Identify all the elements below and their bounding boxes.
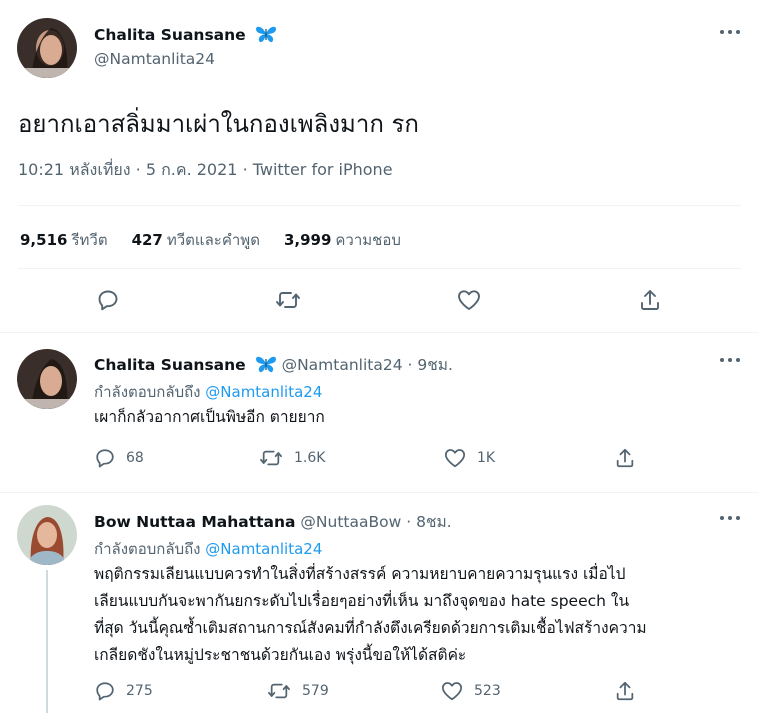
author-name[interactable]: Chalita Suansane xyxy=(94,356,246,374)
tweet-age[interactable]: · 8ชม. xyxy=(406,513,451,531)
retweet-button[interactable]: 579 xyxy=(266,680,329,702)
more-icon[interactable] xyxy=(720,28,740,36)
share-icon xyxy=(616,448,634,468)
divider xyxy=(18,205,741,206)
divider xyxy=(0,492,759,493)
tweet-text-line: เลียนแบบกันจะพากันยกระดับไปเรื่อยๆอย่างท… xyxy=(94,592,630,610)
retweet-count: 579 xyxy=(302,683,329,699)
reply-context: กำลังตอบกลับถึง @Namtanlita24 xyxy=(94,380,322,404)
main-tweet: Chalita Suansane @Namtanlita24 อยากเอาสล… xyxy=(0,0,759,332)
tweet-text: เผาก็กลัวอากาศเป็นพิษอีก ตายยาก xyxy=(94,408,325,426)
reply-count: 275 xyxy=(126,683,153,699)
retweet-icon xyxy=(260,450,282,466)
like-count: 523 xyxy=(474,683,501,699)
meta-separator: · xyxy=(242,160,253,179)
more-icon[interactable] xyxy=(720,356,740,364)
heart-icon xyxy=(441,682,463,701)
retweets-stat[interactable]: 9,516 รีทวีต xyxy=(20,228,108,252)
retweet-icon xyxy=(276,292,300,308)
reply-mention-link[interactable]: @Namtanlita24 xyxy=(205,383,322,401)
retweet-count: 1.6K xyxy=(294,450,326,466)
author-handle[interactable]: @NuttaaBow xyxy=(300,513,401,531)
like-button[interactable]: 1K xyxy=(443,447,495,469)
tweet-text-line: เกลียดชังในหมู่ประชาชนด้วยกันเอง พรุ่งนี… xyxy=(94,646,467,664)
tweet-text: อยากเอาสลิ่มมาเผ่าในกองเพลิงมาก รก xyxy=(18,110,419,138)
retweet-icon xyxy=(268,683,290,699)
divider xyxy=(18,268,741,269)
avatar[interactable] xyxy=(17,505,77,565)
comment-icon xyxy=(96,449,114,468)
reply-mention-link[interactable]: @Namtanlita24 xyxy=(205,540,322,558)
likes-stat[interactable]: 3,999 ความชอบ xyxy=(284,228,401,252)
divider xyxy=(0,332,759,333)
share-icon xyxy=(641,290,659,310)
avatar[interactable] xyxy=(17,349,77,409)
butterfly-icon xyxy=(255,355,277,377)
author-handle[interactable]: @Namtanlita24 xyxy=(94,50,215,68)
comment-icon xyxy=(98,290,118,311)
tweet-date[interactable]: 5 ก.ค. 2021 xyxy=(146,160,238,179)
like-button[interactable] xyxy=(456,288,482,312)
tweet-age[interactable]: · 9ชม. xyxy=(408,356,453,374)
comment-icon xyxy=(96,682,114,701)
reply-button[interactable] xyxy=(96,288,120,312)
butterfly-icon xyxy=(255,25,277,47)
tweet-time[interactable]: 10:21 หลังเที่ยง xyxy=(18,160,131,179)
reply-button[interactable]: 68 xyxy=(94,447,144,469)
share-button[interactable] xyxy=(614,680,636,702)
more-icon[interactable] xyxy=(720,514,740,522)
reply-context: กำลังตอบกลับถึง @Namtanlita24 xyxy=(94,537,322,561)
thread-line xyxy=(46,570,48,713)
tweet-text-line: ที่สุด วันนี้คุณซ้ำเติมสถานการณ์สังคมที่… xyxy=(94,619,647,637)
reply-count: 68 xyxy=(126,450,144,466)
meta-separator: · xyxy=(135,160,146,179)
tweet-text-line: พฤติกรรมเลียนแบบควรทำในสิ่งที่สร้างสรรค์… xyxy=(94,565,626,583)
share-button[interactable] xyxy=(614,447,636,469)
avatar[interactable] xyxy=(17,18,77,78)
author-handle[interactable]: @Namtanlita24 xyxy=(282,356,403,374)
tweet-source[interactable]: Twitter for iPhone xyxy=(253,160,393,179)
retweet-button[interactable] xyxy=(274,288,302,312)
like-button[interactable]: 523 xyxy=(440,680,501,702)
tweet-meta: 10:21 หลังเที่ยง · 5 ก.ค. 2021 · Twitter… xyxy=(18,158,393,183)
tweet-stats: 9,516 รีทวีต 427 ทวีตและคำพูด 3,999 ความชอบ xyxy=(20,228,401,252)
tweet-text: พฤติกรรมเลียนแบบควรทำในสิ่งที่สร้างสรรค์… xyxy=(94,561,744,669)
quotes-stat[interactable]: 427 ทวีตและคำพูด xyxy=(132,228,260,252)
reply-prefix: กำลังตอบกลับถึง xyxy=(94,540,201,558)
heart-icon xyxy=(458,290,480,310)
heart-icon xyxy=(444,449,466,468)
retweet-button[interactable]: 1.6K xyxy=(258,447,325,469)
reply-button[interactable]: 275 xyxy=(94,680,153,702)
reply-prefix: กำลังตอบกลับถึง xyxy=(94,383,201,401)
author-name[interactable]: Bow Nuttaa Mahattana xyxy=(94,513,295,531)
share-icon xyxy=(616,681,634,701)
author-name[interactable]: Chalita Suansane xyxy=(94,26,246,44)
share-button[interactable] xyxy=(638,288,662,312)
like-count: 1K xyxy=(477,450,496,466)
